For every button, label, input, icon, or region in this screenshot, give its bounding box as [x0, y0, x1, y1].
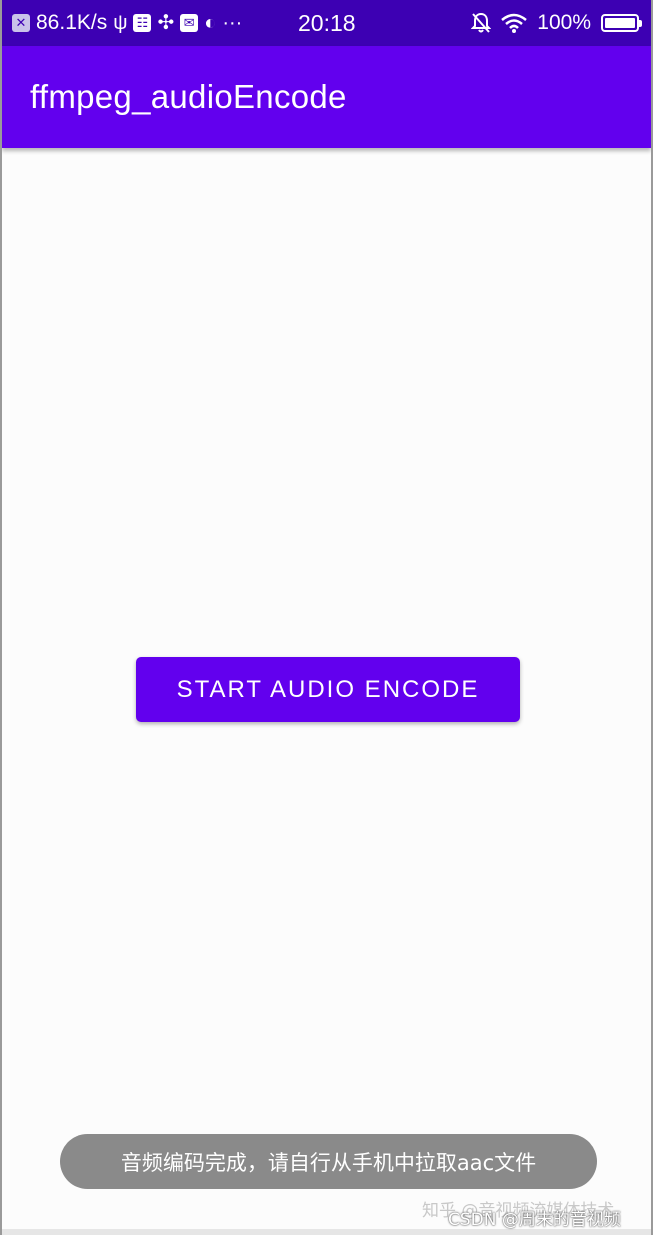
status-bar-right: 100% — [471, 0, 642, 46]
app-title: ffmpeg_audioEncode — [30, 78, 347, 115]
toast-message: 音频编码完成，请自行从手机中拉取aac文件 — [60, 1134, 597, 1189]
app-bar: ffmpeg_audioEncode — [2, 46, 651, 148]
fan-icon: ✣ — [157, 12, 175, 34]
net-speed: 86.1K/s — [36, 11, 108, 34]
status-time: 20:18 — [298, 9, 356, 36]
battery-percent: 100% — [537, 11, 591, 34]
start-audio-encode-button[interactable]: START AUDIO ENCODE — [136, 657, 520, 722]
mute-icon — [471, 12, 492, 33]
wifi-icon — [501, 13, 528, 33]
usb-icon: ψ — [113, 12, 128, 34]
phone-screen: ✕ 86.1K/s ψ ☷ ✣ ✉ ◐ ··· 20:18 100% ffmpe… — [0, 0, 653, 1235]
app-icon: ☷ — [133, 14, 152, 32]
browser-icon: ◐ — [204, 12, 217, 34]
close-box-icon: ✕ — [12, 14, 30, 32]
more-icon: ··· — [222, 12, 243, 34]
mail-icon: ✉ — [180, 14, 199, 32]
battery-level — [605, 18, 635, 28]
status-bar-left: ✕ 86.1K/s ψ ☷ ✣ ✉ ◐ ··· — [12, 11, 242, 35]
watermark-csdn: CSDN @周末的音视频 — [448, 1210, 621, 1230]
battery-icon — [601, 14, 642, 32]
status-bar: ✕ 86.1K/s ψ ☷ ✣ ✉ ◐ ··· 20:18 100% — [2, 0, 651, 46]
